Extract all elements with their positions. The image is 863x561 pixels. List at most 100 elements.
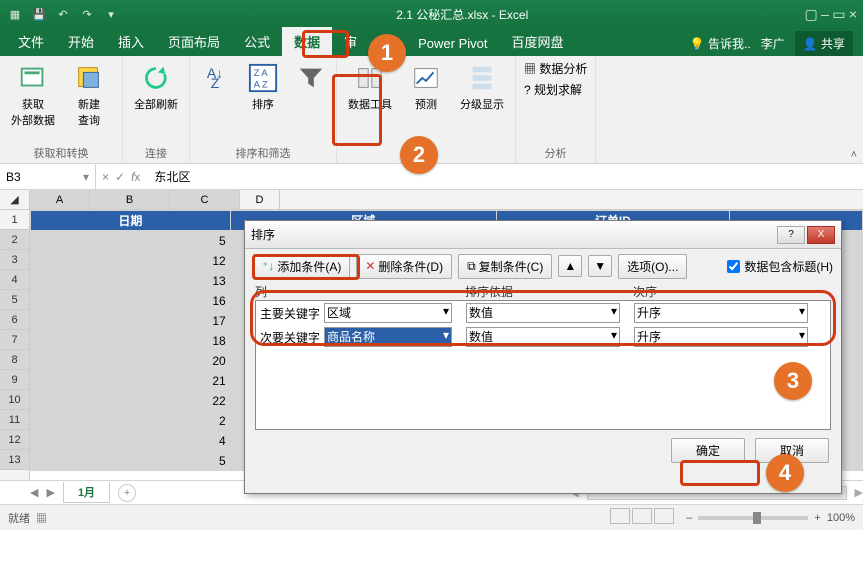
restore-icon[interactable]: ▭	[832, 6, 845, 22]
cancel-formula-icon[interactable]: ×	[102, 170, 109, 184]
outline-icon	[466, 62, 498, 94]
sort-by-select[interactable]: 数值 ▾	[466, 303, 620, 323]
collapse-ribbon-icon[interactable]: ˄	[851, 149, 857, 161]
close-icon[interactable]: ×	[849, 6, 857, 22]
zoom-out-icon[interactable]: –	[686, 512, 692, 524]
data-analysis-button[interactable]: ▦ 数据分析	[524, 60, 587, 77]
svg-text:Z A: Z A	[254, 68, 269, 78]
select-all-corner[interactable]: ◢	[0, 190, 29, 210]
zoom-label[interactable]: 100%	[827, 512, 855, 524]
undo-icon[interactable]: ↶	[54, 5, 72, 23]
sort-row[interactable]: 次要关键字 商品名称 ▾ 数值 ▾ 升序 ▾	[256, 325, 830, 349]
sort-order-select[interactable]: 升序 ▾	[634, 303, 808, 323]
sort-column-select[interactable]: 区域 ▾	[324, 303, 452, 323]
row-header[interactable]: 8	[0, 350, 29, 370]
data-tools-button[interactable]: 数据工具	[345, 60, 395, 112]
sort-column-select[interactable]: 商品名称 ▾	[324, 327, 452, 347]
ok-button[interactable]: 确定	[671, 438, 745, 463]
name-box[interactable]: B3▾	[0, 164, 96, 189]
sort-asc-button[interactable]: A↓Z	[198, 60, 232, 96]
tab-view[interactable]: 图	[369, 27, 406, 56]
tell-me[interactable]: 💡 告诉我..	[690, 35, 751, 52]
move-up-button[interactable]: ▲	[558, 255, 582, 277]
zoom-control[interactable]: – + 100%	[686, 512, 855, 524]
group-get-transform: 获取 外部数据 新建 查询 获取和转换	[0, 56, 123, 163]
row-header[interactable]: 9	[0, 370, 29, 390]
options-button[interactable]: 选项(O)...	[618, 254, 687, 279]
tab-formulas[interactable]: 公式	[232, 27, 282, 56]
sort-row[interactable]: 主要关键字 区域 ▾ 数值 ▾ 升序 ▾	[256, 301, 830, 325]
qat-dropdown-icon[interactable]: ▾	[102, 5, 120, 23]
redo-icon[interactable]: ↷	[78, 5, 96, 23]
dialog-title-bar[interactable]: 排序 ? X	[245, 221, 841, 249]
formula-icons: × ✓ fx	[96, 170, 146, 184]
headers-checkbox[interactable]: 数据包含标题(H)	[727, 258, 833, 275]
cancel-button[interactable]: 取消	[755, 438, 829, 463]
add-sheet-button[interactable]: +	[118, 484, 136, 502]
sort-order-select[interactable]: 升序 ▾	[634, 327, 808, 347]
row-header[interactable]: 2	[0, 230, 29, 250]
macro-icon[interactable]: ▦	[36, 513, 47, 525]
zoom-slider[interactable]	[698, 516, 808, 520]
share-button[interactable]: 👤 共享	[795, 31, 853, 56]
outline-button[interactable]: 分级显示	[457, 60, 507, 112]
move-down-button[interactable]: ▼	[588, 255, 612, 277]
col-header[interactable]: B	[90, 190, 170, 209]
sheet-tab[interactable]: 1月	[63, 482, 110, 503]
sort-grid: 主要关键字 区域 ▾ 数值 ▾ 升序 ▾ 次要关键字 商品名称 ▾ 数值 ▾ 升…	[255, 300, 831, 430]
hscroll-right-icon[interactable]: ▶	[855, 486, 863, 499]
save-icon[interactable]: 💾	[30, 5, 48, 23]
copy-level-button[interactable]: ⧉复制条件(C)	[458, 254, 552, 279]
get-external-data-button[interactable]: 获取 外部数据	[8, 60, 58, 128]
dialog-close-icon[interactable]: X	[807, 226, 835, 244]
sort-by-select[interactable]: 数值 ▾	[466, 327, 620, 347]
row-header[interactable]: 5	[0, 290, 29, 310]
col-headers: A B C D	[30, 190, 863, 210]
ribbon-options-icon[interactable]: ▢	[805, 6, 818, 22]
group-label: 获取和转换	[34, 143, 89, 161]
enter-formula-icon[interactable]: ✓	[115, 170, 125, 184]
tab-powerpivot[interactable]: Power Pivot	[406, 31, 499, 56]
formula-bar[interactable]: 东北区	[146, 168, 198, 185]
row-header[interactable]: 4	[0, 270, 29, 290]
user-label[interactable]: 李广	[761, 35, 785, 52]
sheet-nav-prev-icon[interactable]: ◀	[30, 486, 38, 499]
tab-data[interactable]: 数据	[282, 27, 332, 56]
row-header[interactable]: 11	[0, 410, 29, 430]
tab-home[interactable]: 开始	[56, 27, 106, 56]
view-switcher[interactable]	[608, 508, 674, 527]
fx-icon[interactable]: fx	[131, 170, 140, 184]
sheet-nav-next-icon[interactable]: ▶	[46, 486, 54, 499]
col-header[interactable]: D	[240, 190, 280, 209]
sort-dialog: 排序 ? X ⁺↓添加条件(A) ✕删除条件(D) ⧉复制条件(C) ▲ ▼ 选…	[244, 220, 842, 494]
tab-review[interactable]: 审	[332, 27, 369, 56]
delete-level-button[interactable]: ✕删除条件(D)	[356, 254, 452, 279]
col-header[interactable]: A	[30, 190, 90, 209]
status-bar: 就绪 ▦ – + 100%	[0, 504, 863, 530]
tab-baidu[interactable]: 百度网盘	[500, 27, 576, 56]
zoom-in-icon[interactable]: +	[814, 512, 820, 524]
row-header[interactable]: 7	[0, 330, 29, 350]
new-query-button[interactable]: 新建 查询	[64, 60, 114, 128]
sort-button[interactable]: Z AA Z 排序	[238, 60, 288, 112]
forecast-button[interactable]: 预测	[401, 60, 451, 112]
dialog-toolbar: ⁺↓添加条件(A) ✕删除条件(D) ⧉复制条件(C) ▲ ▼ 选项(O)...…	[245, 249, 841, 283]
dialog-help-icon[interactable]: ?	[777, 226, 805, 244]
row-header[interactable]: 1	[0, 210, 29, 230]
tab-pagelayout[interactable]: 页面布局	[156, 27, 232, 56]
row-header[interactable]: 12	[0, 430, 29, 450]
solver-button[interactable]: ? 规划求解	[524, 81, 582, 98]
tab-file[interactable]: 文件	[6, 27, 56, 56]
window-controls: ▢ – ▭ ×	[805, 6, 857, 23]
filter-button[interactable]	[294, 60, 328, 96]
minimize-icon[interactable]: –	[821, 6, 829, 22]
row-header[interactable]: 6	[0, 310, 29, 330]
row-headers: ◢ 1 2 3 4 5 6 7 8 9 10 11 12 13	[0, 190, 30, 480]
row-header[interactable]: 13	[0, 450, 29, 470]
col-header[interactable]: C	[170, 190, 240, 209]
row-header[interactable]: 3	[0, 250, 29, 270]
add-level-button[interactable]: ⁺↓添加条件(A)	[253, 254, 350, 279]
tab-insert[interactable]: 插入	[106, 27, 156, 56]
row-header[interactable]: 10	[0, 390, 29, 410]
refresh-all-button[interactable]: 全部刷新	[131, 60, 181, 112]
